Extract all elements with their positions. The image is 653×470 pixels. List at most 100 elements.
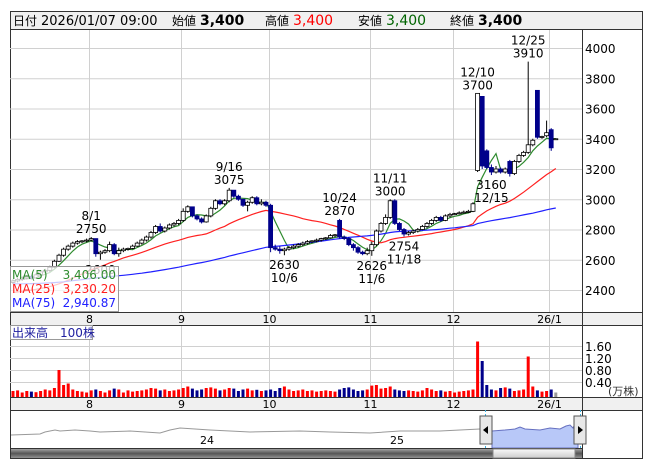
candle-body [235, 195, 241, 200]
volume-bar [241, 389, 245, 397]
candle-body [180, 210, 186, 221]
navigator-label-24: 24 [200, 434, 214, 447]
volume-bar [204, 388, 208, 397]
volume-bar [448, 391, 452, 397]
annotation-value: 2630 [269, 258, 300, 272]
candle-body [56, 254, 62, 262]
annotation-value: 2750 [76, 222, 107, 236]
volume-bar [545, 391, 549, 397]
volume-bar [89, 390, 93, 397]
price-tick-label: 3400 [585, 133, 616, 147]
candle-body [240, 198, 246, 206]
candle-body [148, 232, 154, 238]
candle-body [208, 207, 214, 217]
annotation-value: 3910 [513, 47, 544, 61]
volume-bar [29, 391, 33, 397]
candle-body [258, 201, 264, 205]
volume-bar [549, 389, 553, 397]
volume-bar [393, 389, 397, 397]
volume-bar [236, 391, 240, 397]
candle-body [337, 220, 343, 238]
volume-bar [328, 391, 332, 397]
volume-bar [227, 388, 231, 397]
candle-body [535, 89, 540, 138]
volume-bar [499, 388, 503, 397]
volume-bar [85, 392, 89, 397]
volume-bar [57, 370, 61, 397]
candle-body [314, 239, 320, 242]
volume-bar [361, 390, 365, 397]
price-tick-label: 3000 [585, 193, 616, 207]
annotation-date: 12/25 [511, 34, 546, 48]
scrollbar-thumb[interactable] [492, 448, 576, 459]
candle-body [286, 247, 292, 250]
price-tick-label: 3200 [585, 163, 616, 177]
volume-bar [112, 388, 116, 397]
candle-body [84, 239, 89, 242]
annotation-date: 10/6 [271, 271, 298, 285]
volume-bar [232, 388, 236, 397]
candle-body [512, 161, 517, 174]
annotation-date: 12/15 [474, 191, 509, 205]
volume-bar [338, 389, 342, 397]
candle-body [295, 244, 301, 247]
month-label: 10 [263, 398, 277, 411]
volume-bar [103, 392, 107, 397]
volume-bar [526, 356, 530, 397]
candle-body [93, 238, 99, 255]
volume-bar [407, 390, 411, 397]
candle-body [130, 245, 136, 249]
candle-body [539, 136, 545, 138]
annotation-value: 3075 [214, 173, 245, 187]
volume-bar [494, 390, 498, 397]
candle-body [143, 236, 149, 241]
candle-body [392, 200, 398, 224]
candle-body [332, 234, 338, 237]
candle-body [341, 236, 347, 239]
candle-body [75, 241, 80, 244]
candle-body [410, 230, 416, 233]
candle-body [300, 242, 306, 246]
candle-body [281, 248, 287, 252]
volume-legend: 出来高 100株 [10, 325, 95, 340]
volume-bar [485, 385, 489, 397]
volume-bar [144, 389, 148, 397]
volume-bar [278, 388, 282, 397]
volume-bar [140, 390, 144, 397]
volume-bar [209, 387, 213, 397]
close-value: 3,400 [478, 13, 523, 29]
volume-bar [75, 391, 79, 397]
volume-bar [158, 390, 162, 397]
volume-bar [62, 385, 66, 397]
candle-body [415, 229, 421, 232]
price-tick-label: 4000 [585, 42, 616, 56]
candle-body [70, 242, 76, 247]
annotation-value: 2626 [357, 259, 388, 273]
candle-body [268, 204, 274, 249]
volume-bar [246, 388, 250, 397]
candle-body [176, 220, 182, 224]
candle-body [189, 206, 195, 217]
candle-body [355, 247, 361, 253]
volume-bar [411, 391, 415, 397]
volume-bar [195, 390, 199, 397]
candle-body [263, 201, 269, 206]
volume-bar [108, 390, 112, 397]
high-value: 3,400 [293, 13, 333, 29]
volume-bar [154, 388, 158, 397]
price-tick-label: 2400 [585, 284, 616, 298]
candle-body [548, 129, 554, 149]
candle-body [134, 242, 140, 247]
volume-bar [374, 385, 378, 397]
volume-bar [310, 390, 314, 397]
candle-body [396, 223, 402, 230]
candle-body [507, 161, 513, 174]
candle-body [291, 245, 297, 249]
low-value: 3,400 [386, 13, 426, 29]
candle-body [360, 251, 366, 255]
volume-bar [402, 391, 406, 397]
volume-bar [531, 386, 535, 397]
candle-body [498, 168, 504, 173]
candle-body [373, 230, 379, 246]
candle-body [194, 215, 200, 220]
